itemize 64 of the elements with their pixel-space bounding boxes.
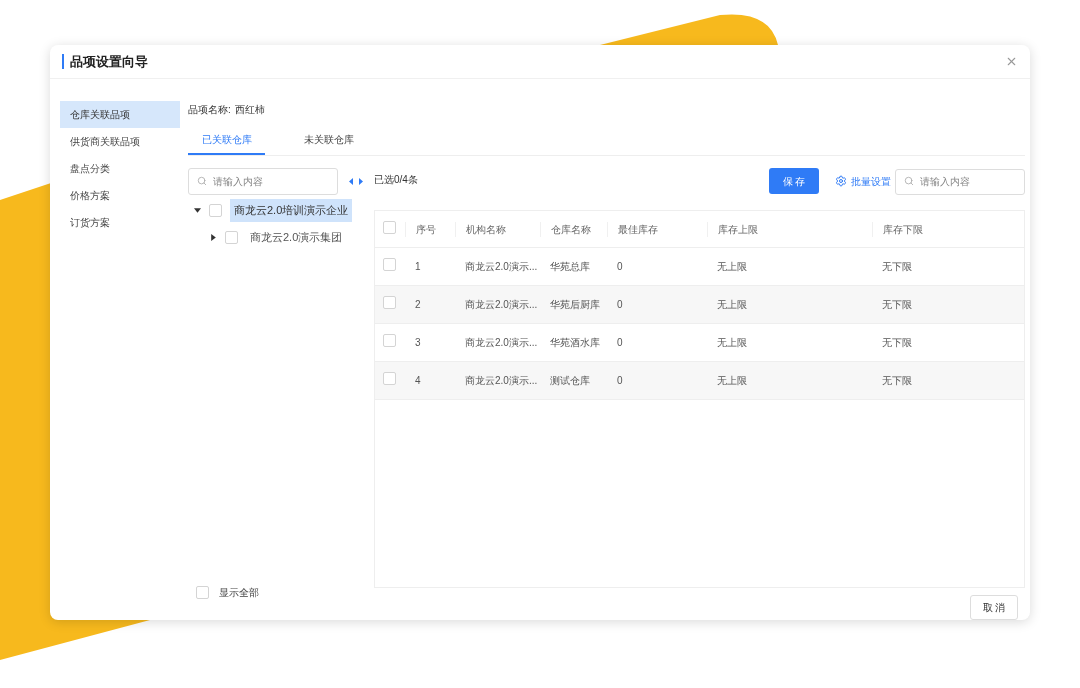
row-checkbox[interactable] — [383, 372, 396, 385]
cancel-button[interactable]: 取 消 — [970, 595, 1018, 620]
dialog-title: 品项设置向导 — [70, 52, 148, 71]
left-right-arrows-icon[interactable] — [349, 178, 363, 185]
show-all-checkbox[interactable] — [196, 586, 209, 599]
table-cell: 3 — [415, 337, 421, 348]
show-all-label: 显示全部 — [219, 586, 259, 600]
table-cell: 0 — [617, 375, 623, 386]
table-cell: 无下限 — [882, 375, 912, 386]
search-field[interactable]: 请输入内容 — [895, 168, 1025, 195]
column-header: 库存上限 — [718, 223, 758, 235]
row-checkbox[interactable] — [383, 334, 396, 347]
row-checkbox[interactable] — [383, 258, 396, 271]
table-cell: 商龙云2.0演示... — [465, 375, 538, 386]
table-cell: 1 — [415, 261, 421, 272]
table-cell: 无上限 — [717, 299, 747, 310]
tree-node[interactable]: 商龙云2.0培训演示企业 — [230, 199, 353, 222]
search-field[interactable]: 请输入内容 — [188, 168, 338, 195]
table-cell: 0 — [617, 261, 623, 272]
table-cell: 商龙云2.0演示... — [465, 261, 538, 272]
tab[interactable]: 未关联仓库 — [290, 125, 367, 155]
sidebar-item[interactable]: 订货方案 — [60, 209, 180, 236]
column-header: 库存下限 — [883, 223, 923, 235]
table-cell: 无上限 — [717, 337, 747, 348]
caret-right-icon[interactable] — [210, 234, 217, 241]
sidebar-item[interactable]: 仓库关联品项 — [60, 101, 180, 128]
table-cell: 0 — [617, 299, 623, 310]
table-cell: 无下限 — [882, 299, 912, 310]
table-cell: 华苑酒水库 — [550, 337, 600, 348]
table-cell: 4 — [415, 375, 421, 386]
column-header: 机构名称 — [466, 223, 506, 235]
caret-down-icon[interactable] — [194, 207, 201, 214]
tree-checkbox[interactable] — [209, 204, 222, 217]
table-cell: 2 — [415, 299, 421, 310]
table-cell: 无下限 — [882, 337, 912, 348]
selection-count: 已选0/4条 — [374, 173, 418, 187]
search-icon — [197, 176, 207, 186]
table-cell: 无上限 — [717, 375, 747, 386]
sidebar-item[interactable]: 供货商关联品项 — [60, 128, 180, 155]
select-all-checkbox[interactable] — [383, 220, 396, 234]
column-header: 最佳库存 — [618, 223, 658, 235]
tab[interactable]: 已关联仓库 — [188, 125, 265, 155]
table-cell: 无上限 — [717, 261, 747, 272]
close-icon[interactable] — [1005, 55, 1018, 68]
column-header: 序号 — [416, 223, 436, 235]
sidebar-item[interactable]: 盘点分类 — [60, 155, 180, 182]
row-checkbox[interactable] — [383, 296, 396, 309]
table-cell: 无下限 — [882, 261, 912, 272]
column-header: 仓库名称 — [551, 223, 591, 235]
batch-settings-link[interactable]: 批量设置 — [835, 168, 891, 194]
item-name-label: 品项名称: — [188, 102, 231, 117]
table-cell: 华苑总库 — [550, 261, 590, 272]
table-cell: 华苑后厨库 — [550, 299, 600, 310]
table-cell: 商龙云2.0演示... — [465, 337, 538, 348]
tree-node[interactable]: 商龙云2.0演示集团 — [246, 226, 347, 249]
table-cell: 测试仓库 — [550, 375, 590, 386]
tree-checkbox[interactable] — [225, 231, 238, 244]
table-cell: 商龙云2.0演示... — [465, 299, 538, 310]
save-button[interactable]: 保 存 — [769, 168, 819, 194]
table-cell: 0 — [617, 337, 623, 348]
search-icon — [904, 176, 914, 186]
item-name-value: 西红柿 — [234, 102, 265, 117]
sidebar-item[interactable]: 价格方案 — [60, 182, 180, 209]
settings-icon — [835, 175, 847, 187]
